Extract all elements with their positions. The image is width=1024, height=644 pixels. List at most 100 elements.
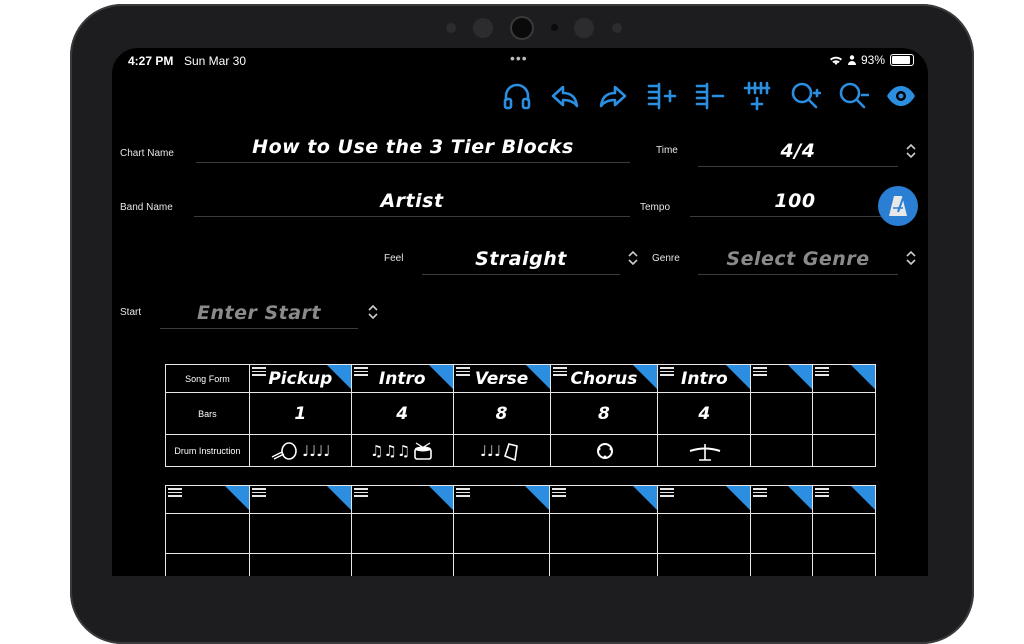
band-name-field[interactable]: Artist: [194, 186, 630, 217]
drag-handle-icon[interactable]: [168, 488, 182, 499]
bars-cell[interactable]: 4: [657, 392, 752, 435]
bars-cell[interactable]: [350, 513, 454, 554]
drag-handle-icon[interactable]: [552, 367, 567, 378]
start-stepper-icon[interactable]: [366, 303, 380, 321]
section-cell[interactable]: [452, 485, 551, 514]
drag-handle-icon[interactable]: [815, 367, 830, 378]
drum-cell[interactable]: [549, 434, 659, 467]
drag-handle-icon[interactable]: [353, 488, 368, 499]
section-cell[interactable]: [750, 485, 814, 514]
drum-roll-icon: [271, 441, 297, 460]
drum-cell[interactable]: [750, 553, 814, 576]
cell-menu-icon[interactable]: [525, 365, 550, 389]
time-field[interactable]: 4/4: [698, 136, 898, 167]
section-cell[interactable]: [350, 485, 454, 514]
drum-cell[interactable]: [165, 553, 250, 576]
genre-stepper-icon[interactable]: [904, 249, 918, 267]
cell-menu-icon[interactable]: [788, 486, 813, 510]
bars-cell[interactable]: [248, 513, 352, 554]
section-cell[interactable]: Pickup: [248, 364, 352, 393]
status-date: Sun Mar 30: [184, 54, 247, 68]
drum-cell[interactable]: [812, 553, 876, 576]
cell-menu-icon[interactable]: [326, 486, 351, 510]
cell-menu-icon[interactable]: [726, 365, 751, 389]
drag-handle-icon[interactable]: [660, 367, 675, 378]
add-row-button[interactable]: [736, 76, 778, 116]
drum-cell[interactable]: [657, 553, 752, 576]
section-cell[interactable]: Chorus: [549, 364, 659, 393]
drum-instruction-row: [165, 553, 876, 576]
cell-menu-icon[interactable]: [633, 365, 658, 389]
bars-cell[interactable]: [657, 513, 752, 554]
cell-menu-icon[interactable]: [851, 486, 875, 510]
cell-menu-icon[interactable]: [428, 365, 453, 389]
start-field[interactable]: Enter Start: [160, 298, 358, 329]
section-cell[interactable]: [165, 485, 250, 514]
tambourine-icon: [596, 442, 613, 459]
remove-column-button[interactable]: [688, 76, 730, 116]
bars-cell[interactable]: [549, 513, 659, 554]
redo-button[interactable]: [592, 76, 634, 116]
bars-cell[interactable]: 8: [452, 392, 551, 435]
drum-cell[interactable]: [549, 553, 659, 576]
cell-menu-icon[interactable]: [224, 486, 249, 510]
bars-cell[interactable]: [812, 513, 876, 554]
add-column-button[interactable]: [640, 76, 682, 116]
cell-menu-icon[interactable]: [428, 486, 453, 510]
bars-cell[interactable]: [750, 513, 814, 554]
drag-handle-icon[interactable]: [552, 488, 567, 499]
drum-cell[interactable]: [750, 434, 814, 467]
drag-handle-icon[interactable]: [251, 488, 266, 499]
section-cell[interactable]: [812, 364, 876, 393]
cell-menu-icon[interactable]: [851, 365, 875, 389]
cell-menu-icon[interactable]: [633, 486, 658, 510]
multitask-dots[interactable]: •••: [510, 50, 528, 66]
cell-menu-icon[interactable]: [525, 486, 550, 510]
cell-menu-icon[interactable]: [788, 365, 813, 389]
chart-name-field[interactable]: How to Use the 3 Tier Blocks: [196, 132, 630, 163]
bars-cell[interactable]: [812, 392, 876, 435]
section-cell[interactable]: [549, 485, 659, 514]
drag-handle-icon[interactable]: [660, 488, 675, 499]
feel-field[interactable]: Straight: [422, 244, 620, 275]
drum-cell[interactable]: ♩♩♩♩: [248, 434, 352, 467]
drag-handle-icon[interactable]: [455, 488, 470, 499]
section-cell[interactable]: Intro: [657, 364, 752, 393]
metronome-button[interactable]: [878, 186, 918, 226]
drag-handle-icon[interactable]: [455, 367, 470, 378]
zoom-in-button[interactable]: [784, 76, 826, 116]
drag-handle-icon[interactable]: [353, 367, 368, 378]
undo-button[interactable]: [544, 76, 586, 116]
section-cell[interactable]: [750, 364, 814, 393]
cell-menu-icon[interactable]: [726, 486, 751, 510]
drag-handle-icon[interactable]: [753, 488, 768, 499]
drum-cell[interactable]: [248, 553, 352, 576]
time-stepper-icon[interactable]: [904, 142, 918, 160]
section-cell[interactable]: [657, 485, 752, 514]
drag-handle-icon[interactable]: [753, 367, 768, 378]
bars-cell[interactable]: 4: [350, 392, 454, 435]
bars-cell[interactable]: 1: [248, 392, 352, 435]
drum-cell[interactable]: [812, 434, 876, 467]
drum-cell[interactable]: [452, 553, 551, 576]
headphones-button[interactable]: [496, 76, 538, 116]
drum-cell[interactable]: [350, 553, 454, 576]
drum-cell[interactable]: [657, 434, 752, 467]
drag-handle-icon[interactable]: [251, 367, 266, 378]
feel-stepper-icon[interactable]: [626, 249, 640, 267]
drum-cell[interactable]: ♫♫♫: [350, 434, 454, 467]
bars-cell[interactable]: [750, 392, 814, 435]
tempo-field[interactable]: 100: [690, 186, 900, 217]
preview-button[interactable]: [880, 76, 922, 116]
zoom-out-button[interactable]: [832, 76, 874, 116]
section-cell[interactable]: Verse: [452, 364, 551, 393]
bars-cell[interactable]: [165, 513, 250, 554]
bars-cell[interactable]: 8: [549, 392, 659, 435]
section-cell[interactable]: Intro: [350, 364, 454, 393]
bars-cell[interactable]: [452, 513, 551, 554]
section-cell[interactable]: [812, 485, 876, 514]
drag-handle-icon[interactable]: [815, 488, 830, 499]
section-cell[interactable]: [248, 485, 352, 514]
drum-cell[interactable]: ♩♩♩: [452, 434, 551, 467]
genre-field[interactable]: Select Genre: [698, 244, 898, 275]
